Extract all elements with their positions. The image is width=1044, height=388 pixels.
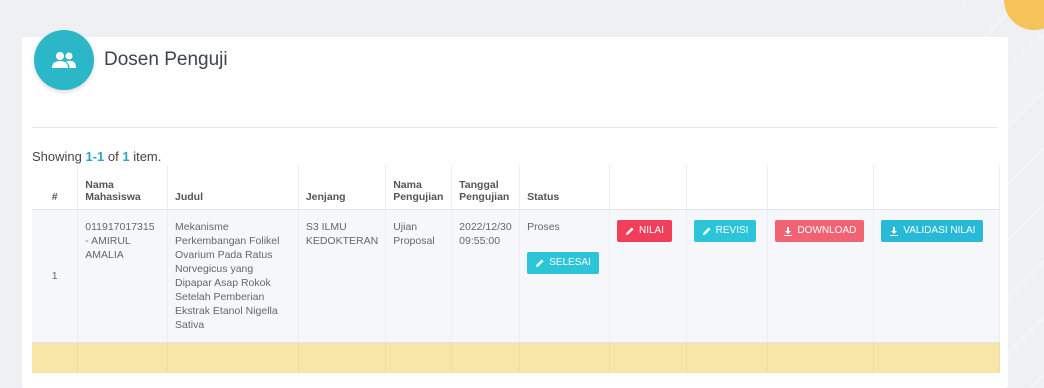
summary-suffix: item. [129,149,162,164]
pencil-icon [536,259,544,267]
nilai-button[interactable]: NILAI [616,220,672,242]
revisi-button[interactable]: REVISI [693,220,757,242]
selesai-button[interactable]: SELESAI [527,252,599,274]
cell-jenjang: S3 ILMU KEDOKTERAN [298,209,387,343]
cell-nama-mahasiswa: 011917017315 - AMIRUL AMALIA [77,209,168,343]
footer-cell [767,342,875,373]
footer-cell [873,342,1000,373]
summary-prefix: Showing [32,149,86,164]
download-button[interactable]: DOWNLOAD [775,220,865,242]
footer-cell [451,342,521,373]
validasi-nilai-label: VALIDASI NILAI [903,225,976,236]
nilai-label: NILAI [638,225,664,236]
footer-cell [77,342,168,373]
table-header-row: # Nama Mahasiswa Judul Jenjang Nama Peng… [32,165,1000,210]
cell-action-download: DOWNLOAD [767,209,875,343]
column-header-num[interactable]: # [32,165,79,210]
column-header-judul[interactable]: Judul [167,165,299,210]
footer-cell [686,342,769,373]
users-icon [34,30,94,90]
cell-num: 1 [32,209,79,343]
footer-cell [609,342,687,373]
table-row: 1 011917017315 - AMIRUL AMALIA Mekanisme… [32,209,1000,343]
summary-range: 1-1 [85,149,105,164]
footer-cell [32,342,79,373]
column-header-nama-mahasiswa[interactable]: Nama Mahasiswa [77,165,168,210]
cell-action-revisi: REVISI [686,209,769,343]
footer-cell [167,342,299,373]
column-header-action-2 [686,165,769,210]
pencil-icon [702,227,711,235]
column-header-nama-pengujian[interactable]: Nama Pengujian [385,165,453,210]
summary-total: 1 [122,149,130,164]
table-footer-row [32,342,1000,373]
column-header-action-1 [609,165,687,210]
cell-status: Proses SELESAI [519,209,610,343]
column-header-jenjang[interactable]: Jenjang [298,165,387,210]
divider [32,127,998,128]
validasi-nilai-button[interactable]: VALIDASI NILAI [881,220,984,242]
download-icon [784,227,793,236]
pencil-icon [625,227,634,235]
footer-cell [298,342,387,373]
summary-of: of [104,149,123,164]
footer-cell [385,342,453,373]
cell-nama-pengujian: Ujian Proposal [385,209,453,343]
cell-tanggal-pengujian: 2022/12/30 09:55:00 [451,209,521,343]
cell-action-validasi: VALIDASI NILAI [873,209,1000,343]
dosen-penguji-table: # Nama Mahasiswa Judul Jenjang Nama Peng… [32,165,1000,373]
column-header-action-4 [873,165,1000,210]
selesai-label: SELESAI [549,257,591,268]
status-text: Proses [527,221,560,233]
summary-text: Showing 1-1 of 1 item. [32,149,161,164]
column-header-tanggal-pengujian[interactable]: Tanggal Pengujian [451,165,521,210]
column-header-status[interactable]: Status [519,165,610,210]
revisi-label: REVISI [715,225,749,236]
dosen-penguji-panel: Dosen Penguji Showing 1-1 of 1 item. # N… [22,30,1008,388]
download-label: DOWNLOAD [797,225,857,236]
page-title: Dosen Penguji [104,49,228,70]
download-icon [890,227,899,236]
cell-action-nilai: NILAI [609,209,687,343]
column-header-action-3 [767,165,875,210]
cell-judul: Mekanisme Perkembangan Folikel Ovarium P… [167,209,299,343]
footer-cell [519,342,610,373]
